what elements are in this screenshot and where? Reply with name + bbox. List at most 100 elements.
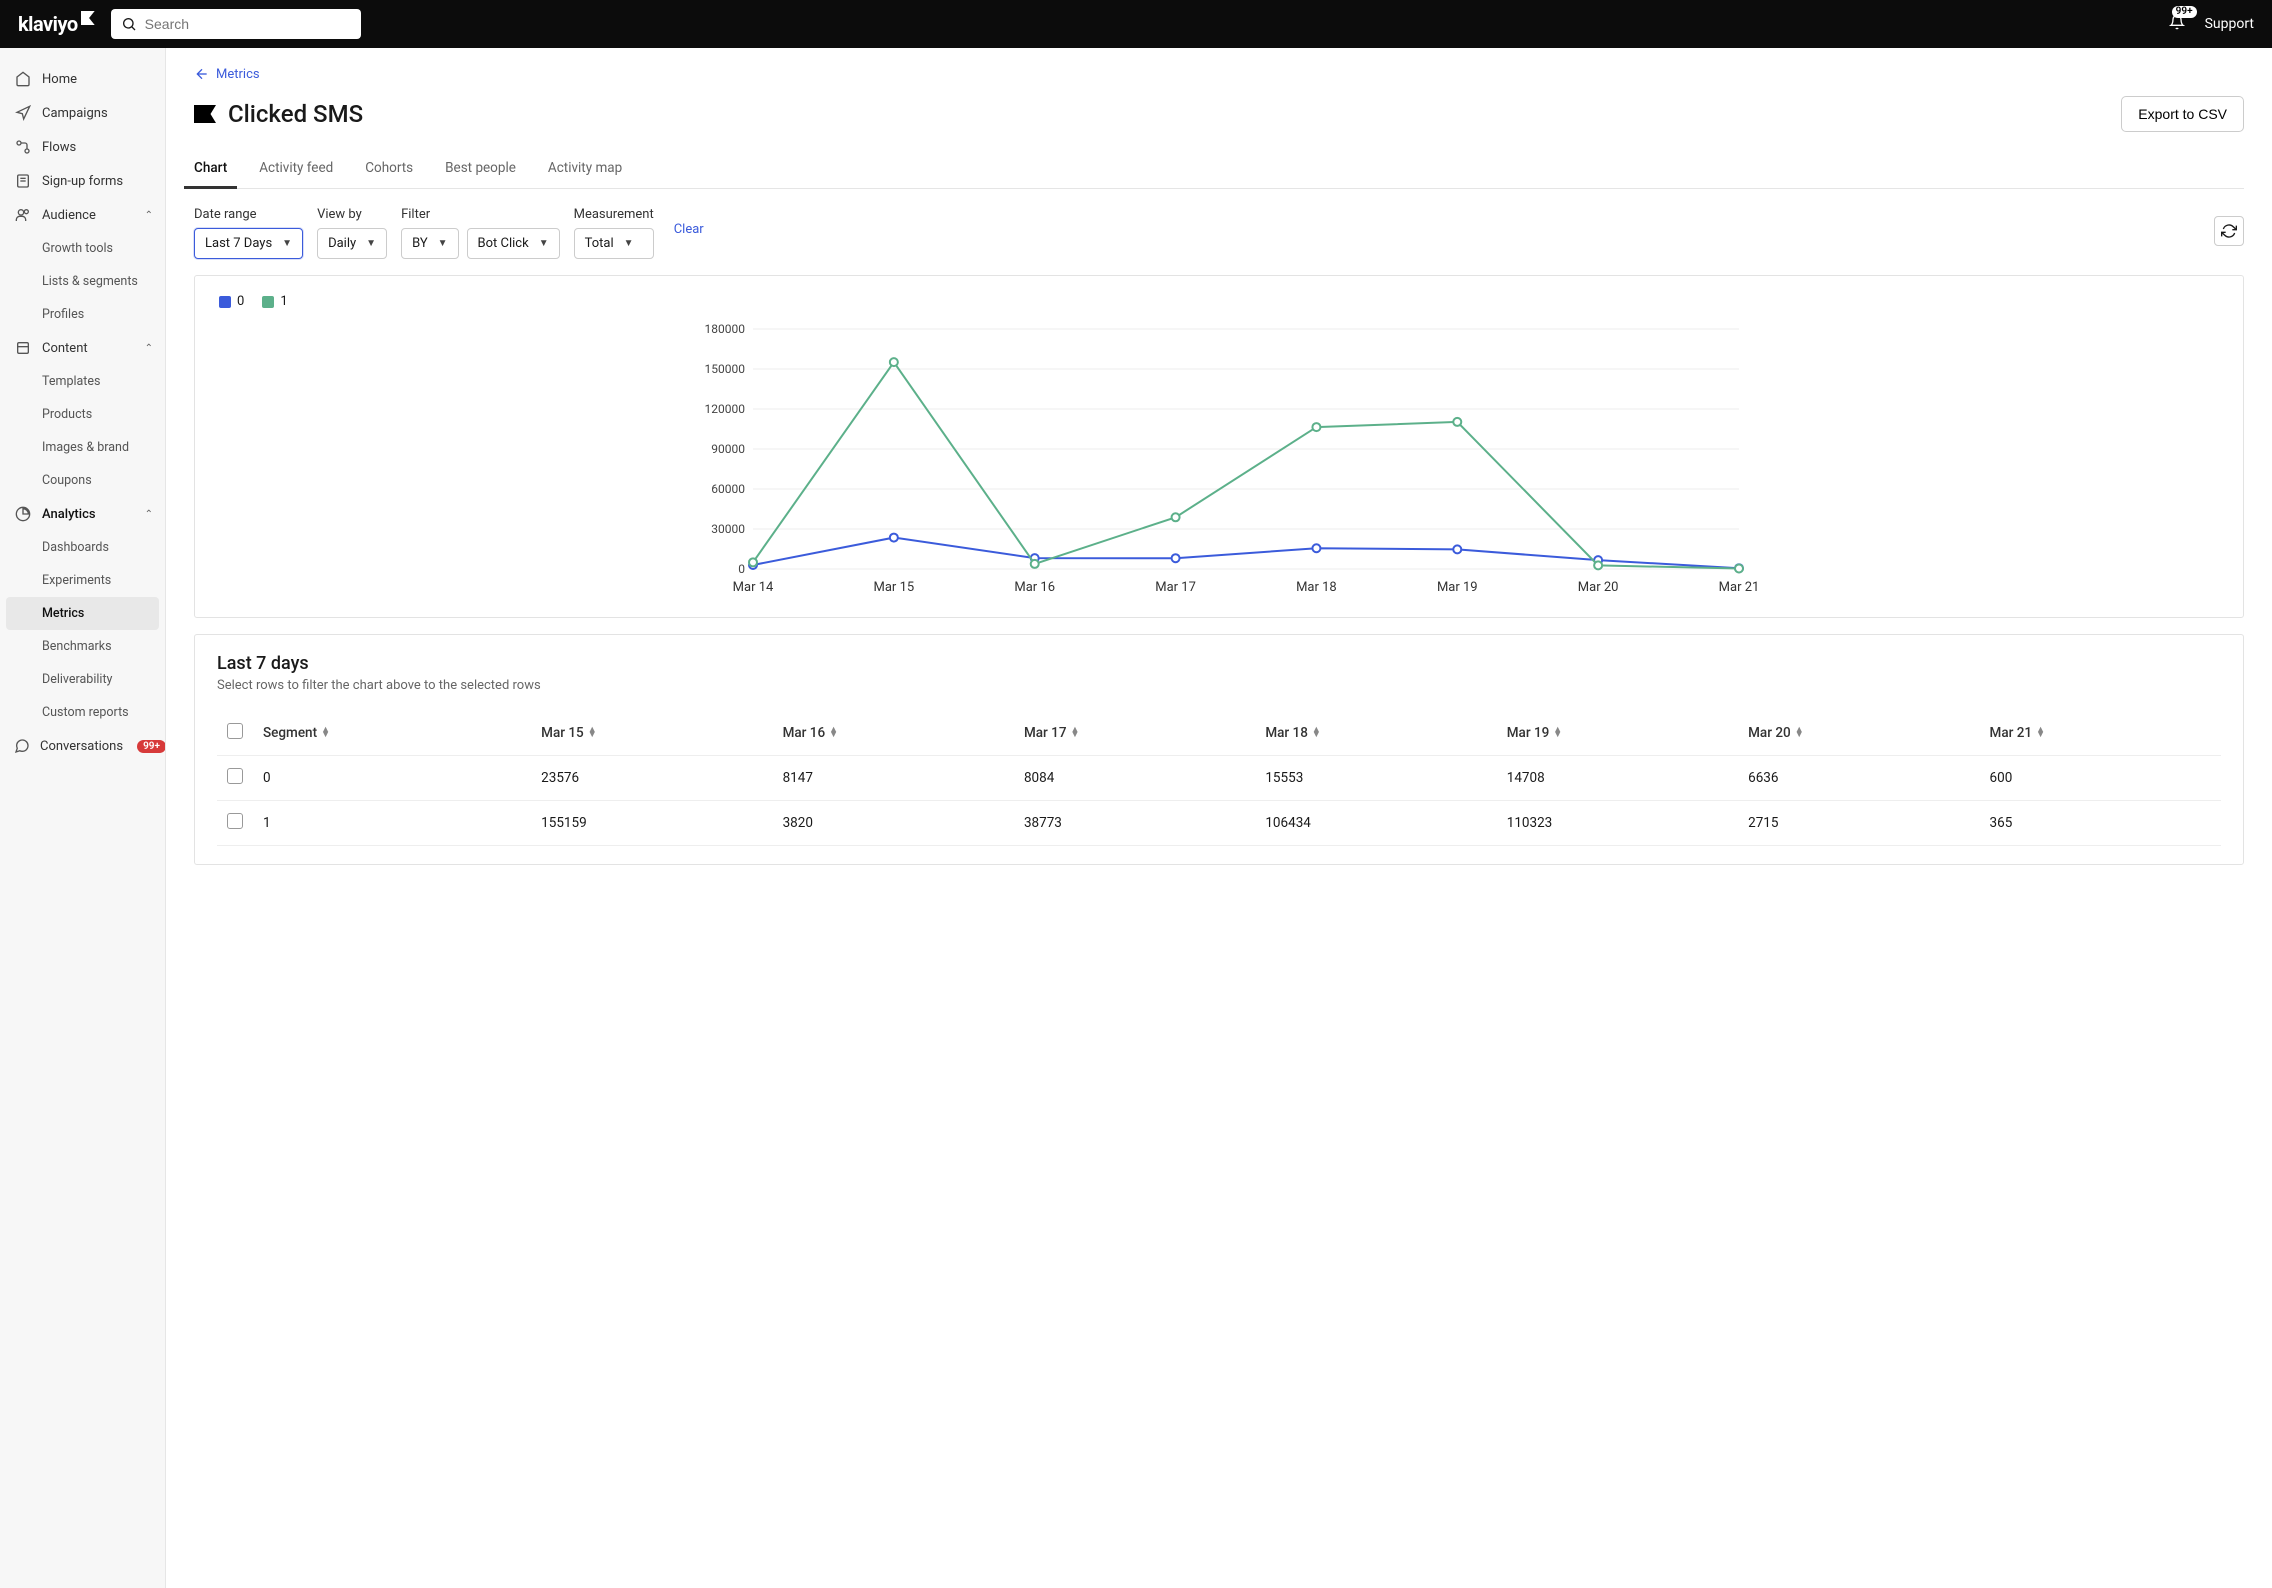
sidebar-subitem-benchmarks[interactable]: Benchmarks [0,630,165,663]
chevron-icon: ⌃ [145,509,153,520]
svg-text:150000: 150000 [705,362,746,376]
column-header[interactable]: Mar 17▲▼ [1014,711,1255,756]
sidebar-subitem-products[interactable]: Products [0,398,165,431]
cell-value: 6636 [1738,756,1979,801]
row-checkbox[interactable] [227,813,243,829]
chevron-down-icon: ▼ [438,238,448,249]
tab-best-people[interactable]: Best people [445,150,516,188]
sidebar-subitem-growth-tools[interactable]: Growth tools [0,232,165,265]
column-header[interactable]: Mar 19▲▼ [1497,711,1738,756]
sidebar-item-content[interactable]: Content⌃ [0,331,165,365]
svg-text:Mar 20: Mar 20 [1578,580,1619,595]
sidebar-item-home[interactable]: Home [0,62,165,96]
legend-item[interactable]: 1 [262,294,287,309]
tab-chart[interactable]: Chart [194,150,227,188]
column-header[interactable]: Segment▲▼ [253,711,531,756]
view-by-value: Daily [328,236,356,251]
topbar: klaviyo 99+ Support [0,0,2272,48]
legend-swatch-icon [219,296,231,308]
chevron-down-icon: ▼ [539,238,549,249]
table-row: 0235768147808415553147086636600 [217,756,2221,801]
row-checkbox[interactable] [227,768,243,784]
analytics-icon [14,506,32,522]
legend-label: 1 [280,294,287,309]
sidebar-item-sign-up-forms[interactable]: Sign-up forms [0,164,165,198]
legend-swatch-icon [262,296,274,308]
column-header[interactable]: Mar 15▲▼ [531,711,772,756]
search-input[interactable] [145,16,351,32]
sidebar-subitem-custom-reports[interactable]: Custom reports [0,696,165,729]
sidebar-item-flows[interactable]: Flows [0,130,165,164]
tab-activity-feed[interactable]: Activity feed [259,150,333,188]
svg-text:Mar 18: Mar 18 [1296,580,1337,595]
sidebar-subitem-experiments[interactable]: Experiments [0,564,165,597]
sidebar-item-label: Sign-up forms [42,174,123,189]
sidebar-item-label: Campaigns [42,106,108,121]
svg-text:60000: 60000 [711,482,745,496]
send-icon [14,105,32,121]
cell-value: 8147 [773,756,1014,801]
breadcrumb-back[interactable]: Metrics [194,66,2244,82]
legend-item[interactable]: 0 [219,294,244,309]
sidebar-item-label: Analytics [42,507,96,522]
line-chart: 0300006000090000120000150000180000Mar 14… [217,319,2221,599]
sidebar-subitem-lists-segments[interactable]: Lists & segments [0,265,165,298]
column-header[interactable]: Mar 21▲▼ [1980,711,2221,756]
sort-icon: ▲▼ [588,728,597,739]
filter-label: Filter [401,207,560,222]
filter-value-select[interactable]: Bot Click ▼ [467,228,560,259]
measurement-select[interactable]: Total ▼ [574,228,654,259]
column-header[interactable]: Mar 18▲▼ [1255,711,1496,756]
table-title: Last 7 days [217,653,2221,674]
tab-cohorts[interactable]: Cohorts [365,150,413,188]
svg-text:180000: 180000 [705,322,746,336]
cell-value: 3820 [773,801,1014,846]
sort-icon: ▲▼ [1312,728,1321,739]
page-title: Clicked SMS [228,100,363,128]
sort-icon: ▲▼ [321,728,330,739]
filter-by-select[interactable]: BY ▼ [401,228,458,259]
sidebar-subitem-templates[interactable]: Templates [0,365,165,398]
sidebar-subitem-coupons[interactable]: Coupons [0,464,165,497]
sidebar-item-audience[interactable]: Audience⌃ [0,198,165,232]
column-header[interactable]: Mar 20▲▼ [1738,711,1979,756]
view-by-select[interactable]: Daily ▼ [317,228,387,259]
main-content: Metrics Clicked SMS Export to CSV Chart A… [166,48,2272,1588]
chart-card: 01 0300006000090000120000150000180000Mar… [194,275,2244,618]
table-card: Last 7 days Select rows to filter the ch… [194,634,2244,865]
notifications-button[interactable]: 99+ [2169,14,2185,34]
search-box[interactable] [111,9,361,39]
sidebar-item-analytics[interactable]: Analytics ⌃ [0,497,165,531]
svg-text:Mar 15: Mar 15 [874,580,915,595]
sidebar-subitem-deliverability[interactable]: Deliverability [0,663,165,696]
sidebar-subitem-images-brand[interactable]: Images & brand [0,431,165,464]
cell-value: 15553 [1255,756,1496,801]
measurement-value: Total [585,236,614,251]
sidebar-subitem-metrics[interactable]: Metrics [6,597,159,630]
table-subtitle: Select rows to filter the chart above to… [217,678,2221,693]
breadcrumb-label: Metrics [216,67,260,82]
export-csv-button[interactable]: Export to CSV [2121,96,2244,132]
support-link[interactable]: Support [2205,16,2254,32]
logo[interactable]: klaviyo [18,12,95,36]
column-header[interactable]: Mar 16▲▼ [773,711,1014,756]
sidebar-subitem-dashboards[interactable]: Dashboards [0,531,165,564]
svg-text:120000: 120000 [705,402,746,416]
sidebar-subitem-profiles[interactable]: Profiles [0,298,165,331]
cell-value: 600 [1980,756,2221,801]
date-range-select[interactable]: Last 7 Days ▼ [194,228,303,259]
svg-text:90000: 90000 [711,442,745,456]
clear-filters-link[interactable]: Clear [674,222,704,237]
sidebar-item-label: Content [42,341,88,356]
tab-activity-map[interactable]: Activity map [548,150,622,188]
sort-icon: ▲▼ [1553,728,1562,739]
sort-icon: ▲▼ [829,728,838,739]
sidebar-item-campaigns[interactable]: Campaigns [0,96,165,130]
refresh-button[interactable] [2214,216,2244,246]
sidebar-item-label: Audience [42,208,96,223]
sidebar-item-conversations[interactable]: Conversations99+ [0,729,165,763]
sidebar-item-label: Conversations [40,739,123,754]
svg-text:Mar 17: Mar 17 [1155,580,1196,595]
chart-legend: 01 [219,294,2221,309]
select-all-checkbox[interactable] [227,723,243,739]
